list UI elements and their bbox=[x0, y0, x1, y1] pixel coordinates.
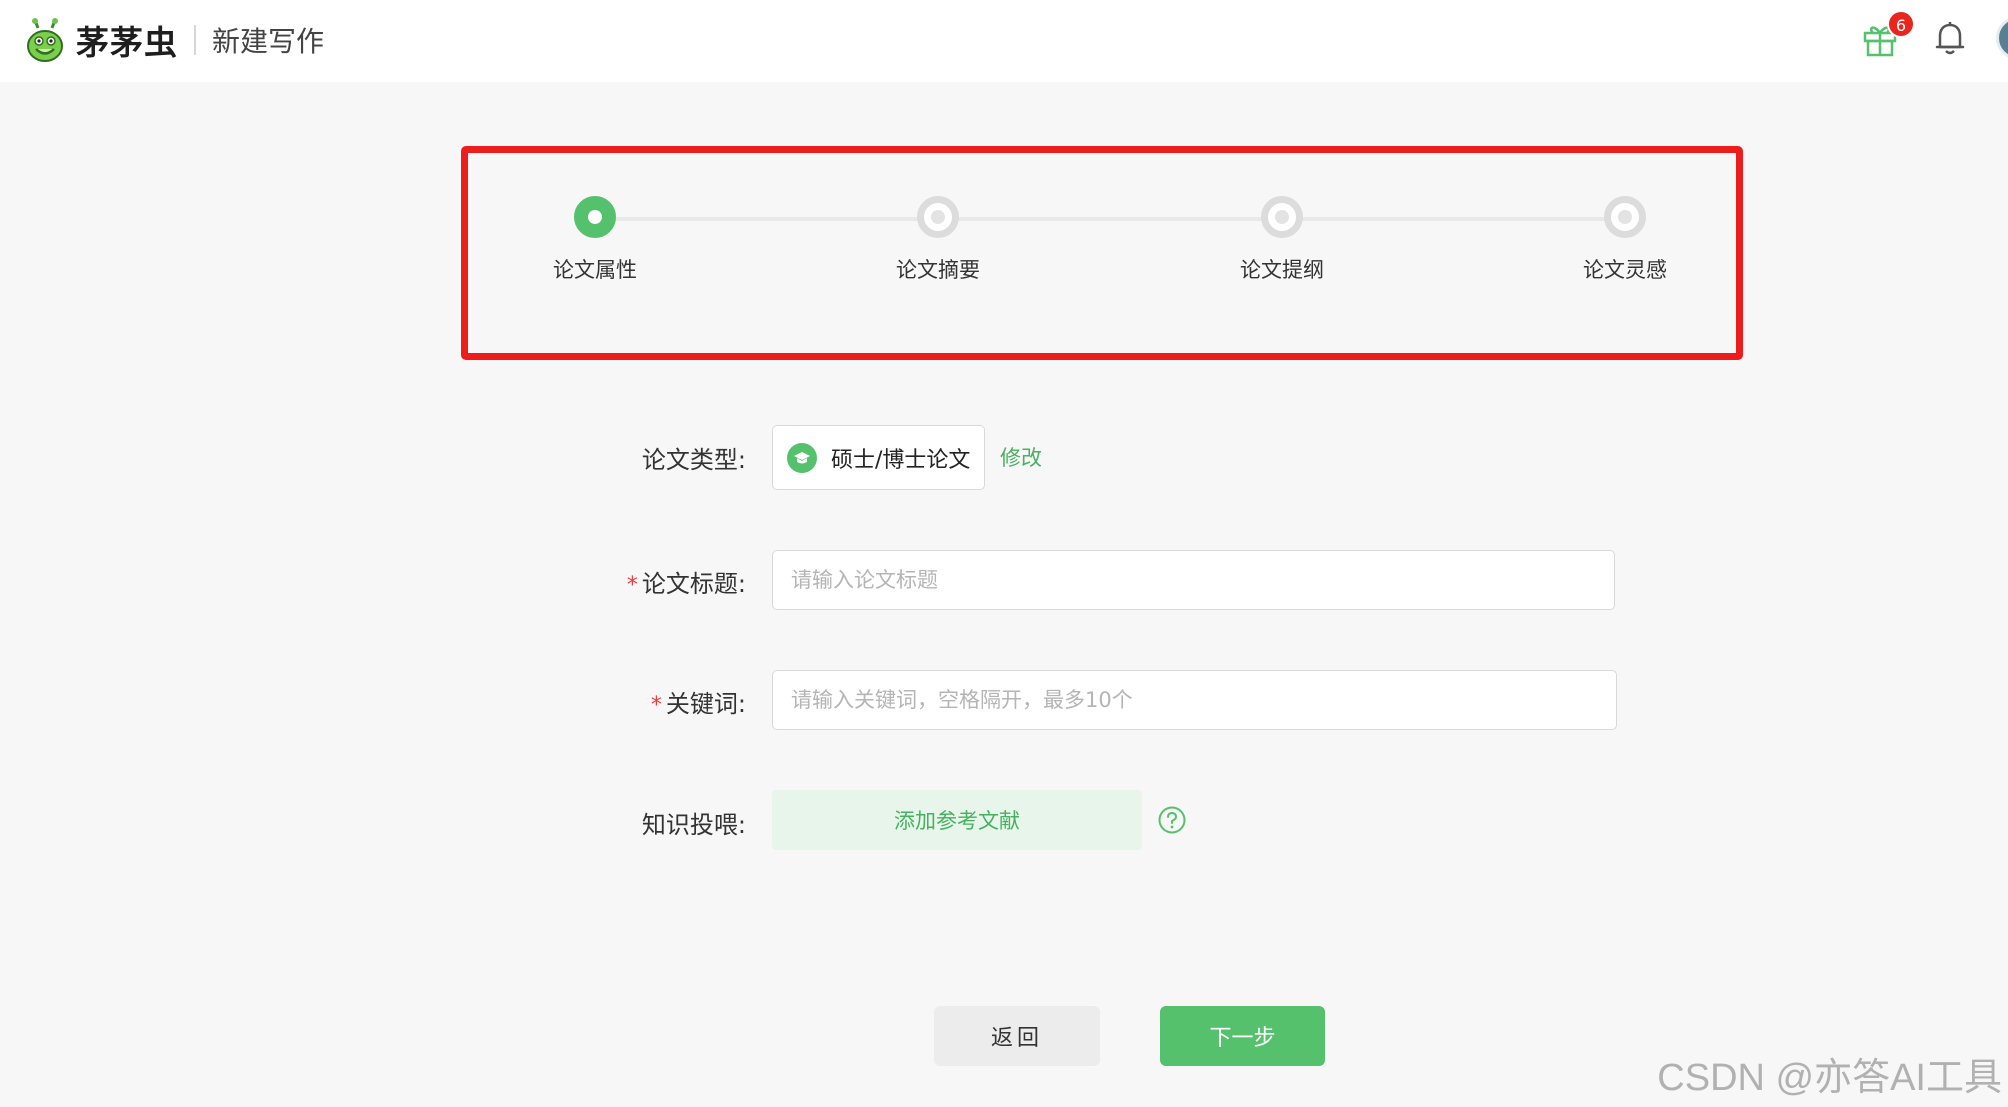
step-dot bbox=[1261, 196, 1303, 238]
back-button[interactable]: 返回 bbox=[934, 1006, 1100, 1066]
paper-type-chip: 硕士/博士论文 bbox=[772, 425, 985, 490]
bug-logo-icon bbox=[27, 18, 63, 62]
steps-track bbox=[595, 217, 1625, 221]
step-dot bbox=[917, 196, 959, 238]
required-mark: * bbox=[626, 573, 638, 598]
brand-name: 茅茅虫 bbox=[76, 23, 178, 62]
keywords-label: * 关键词: bbox=[486, 684, 746, 719]
step-paper-abstract[interactable]: 论文摘要 bbox=[838, 196, 1038, 284]
avatar[interactable] bbox=[1996, 16, 2008, 60]
step-label: 论文灵感 bbox=[1583, 258, 1667, 282]
paper-title-label-text: 论文标题: bbox=[641, 570, 746, 598]
add-reference-button[interactable]: 添加参考文献 bbox=[772, 790, 1142, 850]
header-divider bbox=[194, 25, 196, 55]
step-paper-inspiration[interactable]: 论文灵感 bbox=[1525, 196, 1725, 284]
next-step-button[interactable]: 下一步 bbox=[1160, 1006, 1325, 1066]
page-title: 新建写作 bbox=[212, 25, 325, 58]
step-dot-active bbox=[574, 196, 616, 238]
step-label: 论文提纲 bbox=[1240, 258, 1324, 282]
step-dot bbox=[1604, 196, 1646, 238]
paper-type-label: 论文类型: bbox=[486, 440, 746, 475]
step-label: 论文属性 bbox=[553, 258, 637, 282]
top-header: 茅茅虫 新建写作 6 bbox=[0, 0, 2008, 82]
step-label: 论文摘要 bbox=[896, 258, 980, 282]
watermark: CSDN @亦答AI工具 bbox=[1657, 1057, 2002, 1099]
step-paper-attributes[interactable]: 论文属性 bbox=[495, 196, 695, 284]
knowledge-feed-label-text: 知识投喂: bbox=[641, 811, 746, 839]
knowledge-feed-label: 知识投喂: bbox=[486, 805, 746, 840]
modify-type-link[interactable]: 修改 bbox=[1000, 442, 1042, 472]
paper-type-value: 硕士/博士论文 bbox=[831, 447, 971, 473]
brand[interactable]: 茅茅虫 新建写作 bbox=[26, 14, 324, 66]
keywords-label-text: 关键词: bbox=[665, 690, 746, 718]
gift-badge: 6 bbox=[1887, 10, 1915, 38]
paper-title-input[interactable] bbox=[772, 550, 1615, 610]
bell-icon[interactable] bbox=[1930, 18, 1970, 58]
required-mark: * bbox=[650, 693, 662, 718]
paper-type-label-text: 论文类型: bbox=[641, 446, 746, 474]
keywords-input[interactable] bbox=[772, 670, 1617, 730]
paper-title-label: * 论文标题: bbox=[486, 564, 746, 599]
graduation-cap-icon bbox=[787, 442, 817, 473]
step-paper-outline[interactable]: 论文提纲 bbox=[1182, 196, 1382, 284]
help-icon[interactable] bbox=[1157, 805, 1187, 835]
